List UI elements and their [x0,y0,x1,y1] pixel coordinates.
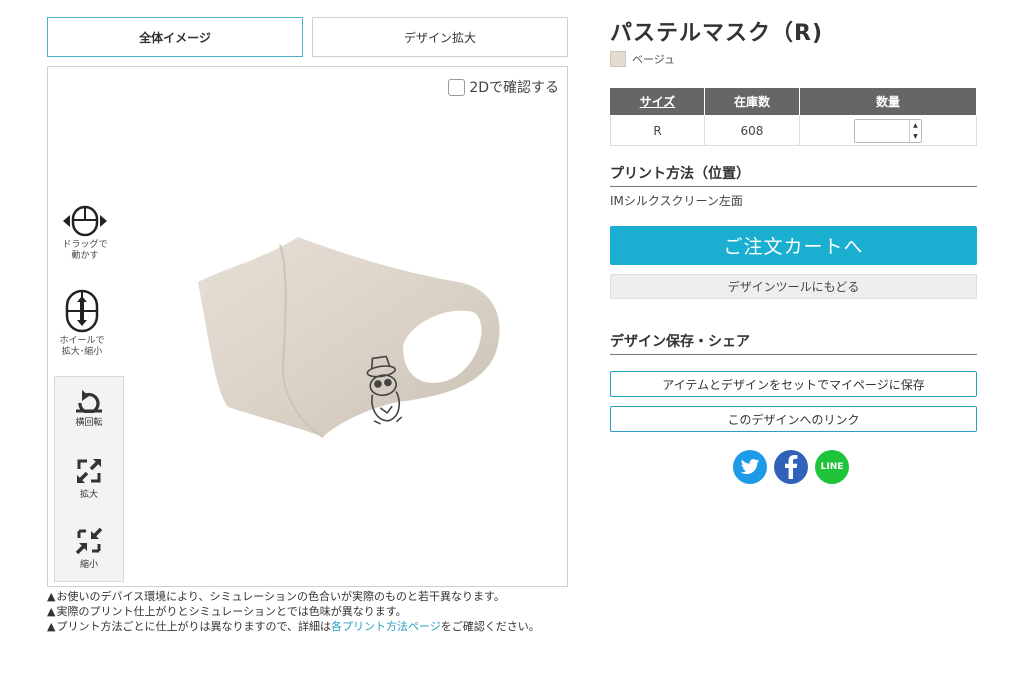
mouse-wheel-icon [65,289,99,333]
back-to-design-tool-button[interactable]: デザインツールにもどる [610,274,977,299]
print-method-link[interactable]: 各プリント方法ページ [331,620,441,633]
mouse-drag-icon [63,205,107,237]
shrink-icon [75,527,103,555]
tab-design-zoom[interactable]: デザイン拡大 [312,17,568,57]
view-tabs: 全体イメージ デザイン拡大 [47,17,568,57]
print-method-title: プリント方法（位置） [610,163,977,187]
quantity-cell: ▲ ▼ [798,115,978,146]
check-2d[interactable]: 2Dで確認する [448,77,559,97]
order-cart-button[interactable]: ご注文カートへ [610,226,977,265]
size-cell: R [610,115,705,146]
quantity-input[interactable] [854,119,909,142]
drag-hint-line2: 動かす [71,251,99,261]
design-link-button[interactable]: このデザインへのリンク [610,406,977,432]
stock-header: 在庫数 [704,87,800,116]
rotate-button[interactable]: 横回転 [55,389,123,428]
quantity-header: 数量 [799,87,978,116]
note-device: ▲お使いのデバイス環境により、シミュレーションの色合いが実際のものと若干異なりま… [47,590,505,603]
drag-hint: ドラッグで 動かす [58,205,112,262]
preview-viewer[interactable]: 2Dで確認する ドラッグで 動かす ホイールで 拡大･縮小 横回転 拡大 縮小 [47,66,568,587]
product-title: パステルマスク（R) [610,21,823,46]
twitter-button[interactable] [733,450,767,484]
note-color: ▲実際のプリント仕上がりとシミュレーションとでは色味が異なります。 [47,605,407,618]
expand-icon [77,459,101,483]
wheel-hint: ホイールで 拡大･縮小 [51,289,113,358]
quantity-stepper[interactable]: ▲ ▼ [853,118,922,143]
view-controls: 横回転 拡大 縮小 [54,376,124,582]
check-2d-checkbox[interactable] [448,78,466,96]
spin-up-icon[interactable]: ▲ [910,120,921,131]
print-method-value: IMシルクスクリーン左面 [610,194,743,208]
drag-hint-line1: ドラッグで [62,240,108,250]
rotate-icon [76,390,102,413]
quantity-spinner[interactable]: ▲ ▼ [908,119,921,142]
stock-table: サイズ 在庫数 数量 R 608 ▲ ▼ [610,87,978,146]
warning-icon: ▲ [47,605,56,618]
tab-overview[interactable]: 全体イメージ [47,17,303,57]
facebook-button[interactable] [774,450,808,484]
color-name: ベージュ [632,53,676,66]
note-print-method: ▲プリント方法ごとに仕上がりは異なりますので、詳細は各プリント方法ページをご確認… [47,620,540,633]
color-swatch [610,51,626,67]
zoom-in-label: 拡大 [79,490,98,500]
size-header[interactable]: サイズ [610,87,705,116]
save-share-title: デザイン保存・シェア [610,331,977,355]
wheel-hint-line2: 拡大･縮小 [61,347,103,357]
check-2d-label: 2Dで確認する [469,80,559,96]
warning-icon: ▲ [47,620,56,633]
table-row: R 608 ▲ ▼ [610,115,978,146]
line-button[interactable]: LINE [815,450,849,484]
wheel-hint-line1: ホイールで [59,336,105,346]
zoom-out-button[interactable]: 縮小 [55,527,123,570]
save-to-mypage-button[interactable]: アイテムとデザインをセットでマイページに保存 [610,371,977,397]
mask-preview[interactable] [188,227,508,447]
color-selection: ベージュ [610,51,675,67]
spin-down-icon[interactable]: ▼ [910,131,921,142]
share-buttons: LINE [733,450,849,484]
zoom-in-button[interactable]: 拡大 [55,457,123,500]
zoom-out-label: 縮小 [79,560,98,570]
warning-icon: ▲ [47,590,56,603]
twitter-icon [740,459,760,474]
notes: ▲お使いのデバイス環境により、シミュレーションの色合いが実際のものと若干異なりま… [47,591,568,636]
rotate-label: 横回転 [75,418,103,428]
stock-cell: 608 [704,115,800,146]
facebook-icon [785,455,798,479]
